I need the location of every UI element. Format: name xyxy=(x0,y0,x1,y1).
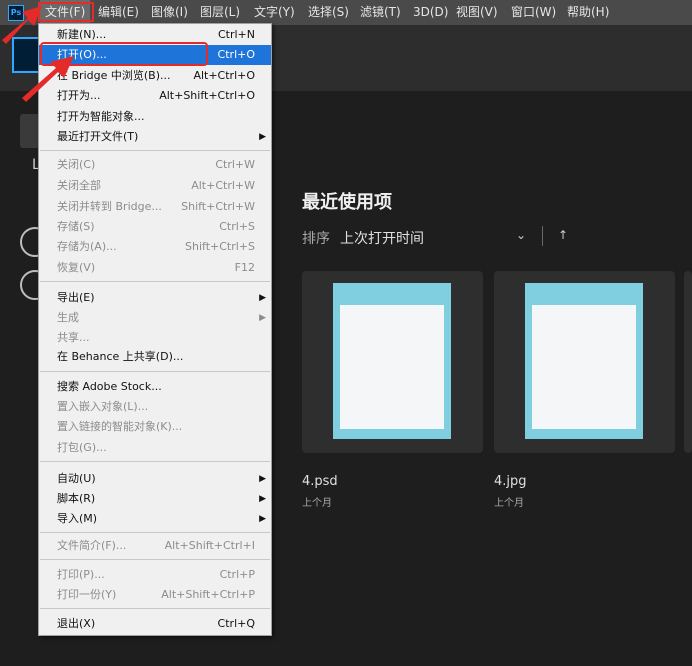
submenu-arrow-icon: ▶ xyxy=(259,494,266,504)
menu-item-scripts[interactable]: 脚本(R) ▶ xyxy=(39,489,271,509)
menu-separator xyxy=(40,281,270,282)
menu-window[interactable]: 窗口(W) xyxy=(511,0,556,25)
menu-item-share[interactable]: 共享... xyxy=(39,328,271,348)
chevron-down-icon[interactable]: ⌄ xyxy=(516,228,526,242)
submenu-arrow-icon: ▶ xyxy=(259,132,266,142)
menu-separator xyxy=(40,461,270,462)
menu-help[interactable]: 帮助(H) xyxy=(567,0,609,25)
submenu-arrow-icon: ▶ xyxy=(259,474,266,484)
menu-item-close[interactable]: 关闭(C) Ctrl+W xyxy=(39,155,271,175)
menu-item-automate[interactable]: 自动(U) ▶ xyxy=(39,469,271,489)
sort-label: 排序 xyxy=(302,231,330,247)
menu-image[interactable]: 图像(I) xyxy=(151,0,188,25)
sort-divider xyxy=(542,226,543,246)
menu-separator xyxy=(40,532,270,533)
submenu-arrow-icon: ▶ xyxy=(259,293,266,303)
menu-filter[interactable]: 滤镜(T) xyxy=(360,0,401,25)
photoshop-logo: Ps xyxy=(8,5,24,21)
menu-item-search-adobe-stock[interactable]: 搜索 Adobe Stock... xyxy=(39,377,271,397)
menu-item-open-smart-object[interactable]: 打开为智能对象... xyxy=(39,107,271,127)
submenu-arrow-icon: ▶ xyxy=(259,514,266,524)
menu-item-exit[interactable]: 退出(X) Ctrl+Q xyxy=(39,614,271,634)
menu-item-revert[interactable]: 恢复(V) F12 xyxy=(39,258,271,278)
file-date: 上个月 xyxy=(302,498,332,509)
menu-separator xyxy=(40,559,270,560)
menu-item-import[interactable]: 导入(M) ▶ xyxy=(39,509,271,529)
menu-item-browse-bridge[interactable]: 在 Bridge 中浏览(B)... Alt+Ctrl+O xyxy=(39,66,271,86)
recent-file-card-1[interactable] xyxy=(302,271,483,453)
file-name: 4.psd xyxy=(302,474,338,489)
menu-separator xyxy=(40,608,270,609)
file-name: 4.jpg xyxy=(494,474,527,489)
menu-item-package[interactable]: 打包(G)... xyxy=(39,438,271,458)
recent-file-card-2[interactable] xyxy=(494,271,675,453)
file-date: 上个月 xyxy=(494,498,524,509)
menu-layer[interactable]: 图层(L) xyxy=(200,0,240,25)
menu-item-share-behance[interactable]: 在 Behance 上共享(D)... xyxy=(39,347,271,367)
menu-item-open-as[interactable]: 打开为... Alt+Shift+Ctrl+O xyxy=(39,86,271,106)
menu-item-file-info[interactable]: 文件简介(F)... Alt+Shift+Ctrl+I xyxy=(39,536,271,556)
menu-3d[interactable]: 3D(D) xyxy=(413,0,448,25)
annotation-highlight-box xyxy=(40,42,208,66)
submenu-arrow-icon: ▶ xyxy=(259,313,266,323)
recent-items-title: 最近使用项 xyxy=(302,192,392,213)
menu-item-print[interactable]: 打印(P)... Ctrl+P xyxy=(39,565,271,585)
menu-item-save[interactable]: 存储(S) Ctrl+S xyxy=(39,217,271,237)
menu-item-close-go-bridge[interactable]: 关闭并转到 Bridge... Shift+Ctrl+W xyxy=(39,197,271,217)
menu-item-place-embedded[interactable]: 置入嵌入对象(L)... xyxy=(39,397,271,417)
sort-ascending-icon[interactable]: ↑ xyxy=(558,228,568,242)
menu-view[interactable]: 视图(V) xyxy=(456,0,498,25)
recent-file-card-3-partial[interactable] xyxy=(684,271,692,453)
menu-item-place-linked[interactable]: 置入链接的智能对象(K)... xyxy=(39,417,271,437)
file-thumbnail xyxy=(525,283,643,439)
menu-bar: Ps 文件(F) 编辑(E) 图像(I) 图层(L) 文字(Y) 选择(S) 滤… xyxy=(0,0,692,25)
menu-item-save-as[interactable]: 存储为(A)... Shift+Ctrl+S xyxy=(39,237,271,257)
menu-item-generate[interactable]: 生成 ▶ xyxy=(39,308,271,328)
menu-type[interactable]: 文字(Y) xyxy=(254,0,295,25)
menu-item-print-one-copy[interactable]: 打印一份(Y) Alt+Shift+Ctrl+P xyxy=(39,585,271,605)
annotation-highlight-box xyxy=(38,2,94,22)
menu-edit[interactable]: 编辑(E) xyxy=(98,0,139,25)
menu-item-close-all[interactable]: 关闭全部 Alt+Ctrl+W xyxy=(39,176,271,196)
file-menu-dropdown: 新建(N)... Ctrl+N 打开(O)... Ctrl+O 在 Bridge 中… xyxy=(38,23,272,636)
file-thumbnail xyxy=(333,283,451,439)
sort-dropdown[interactable]: 上次打开时间 xyxy=(340,228,424,248)
menu-separator xyxy=(40,371,270,372)
menu-select[interactable]: 选择(S) xyxy=(308,0,349,25)
menu-item-recent-files[interactable]: 最近打开文件(T) ▶ xyxy=(39,127,271,147)
menu-item-export[interactable]: 导出(E) ▶ xyxy=(39,288,271,308)
menu-separator xyxy=(40,150,270,151)
